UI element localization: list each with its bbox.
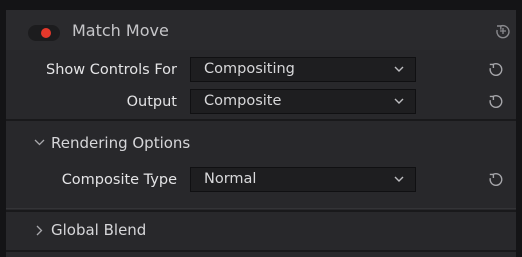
reset-icon[interactable] [488,171,504,187]
chevron-down-icon [34,139,45,146]
composite-type-value: Normal [204,171,257,187]
show-controls-for-label: Show Controls For [46,62,177,78]
chevron-down-icon [394,176,404,182]
toggle-dot [41,28,51,38]
reset-icon[interactable] [488,93,504,109]
global-blend-section-header[interactable]: Global Blend [34,221,234,241]
chevron-right-icon [36,225,43,236]
output-value: Composite [204,93,282,109]
enable-toggle[interactable] [28,25,60,41]
inspector-panel: Match Move Show Controls For Compositing… [6,10,516,257]
composite-type-label: Composite Type [61,172,177,188]
reset-all-icon[interactable] [495,23,511,39]
composite-type-dropdown[interactable]: Normal [190,167,416,192]
rendering-options-section-header[interactable]: Rendering Options [34,134,234,154]
divider [6,119,516,121]
chevron-down-icon [394,66,404,72]
output-label: Output [126,94,177,110]
global-blend-label: Global Blend [51,221,147,239]
rendering-options-label: Rendering Options [51,134,191,152]
output-dropdown[interactable]: Composite [190,89,416,114]
divider [6,208,516,209]
show-controls-for-dropdown[interactable]: Compositing [190,57,416,82]
chevron-down-icon [394,98,404,104]
divider [6,250,516,252]
reset-icon[interactable] [488,61,504,77]
show-controls-for-value: Compositing [204,61,295,77]
match-move-header: Match Move [6,10,516,50]
section-title: Match Move [72,21,169,40]
divider [6,210,516,212]
